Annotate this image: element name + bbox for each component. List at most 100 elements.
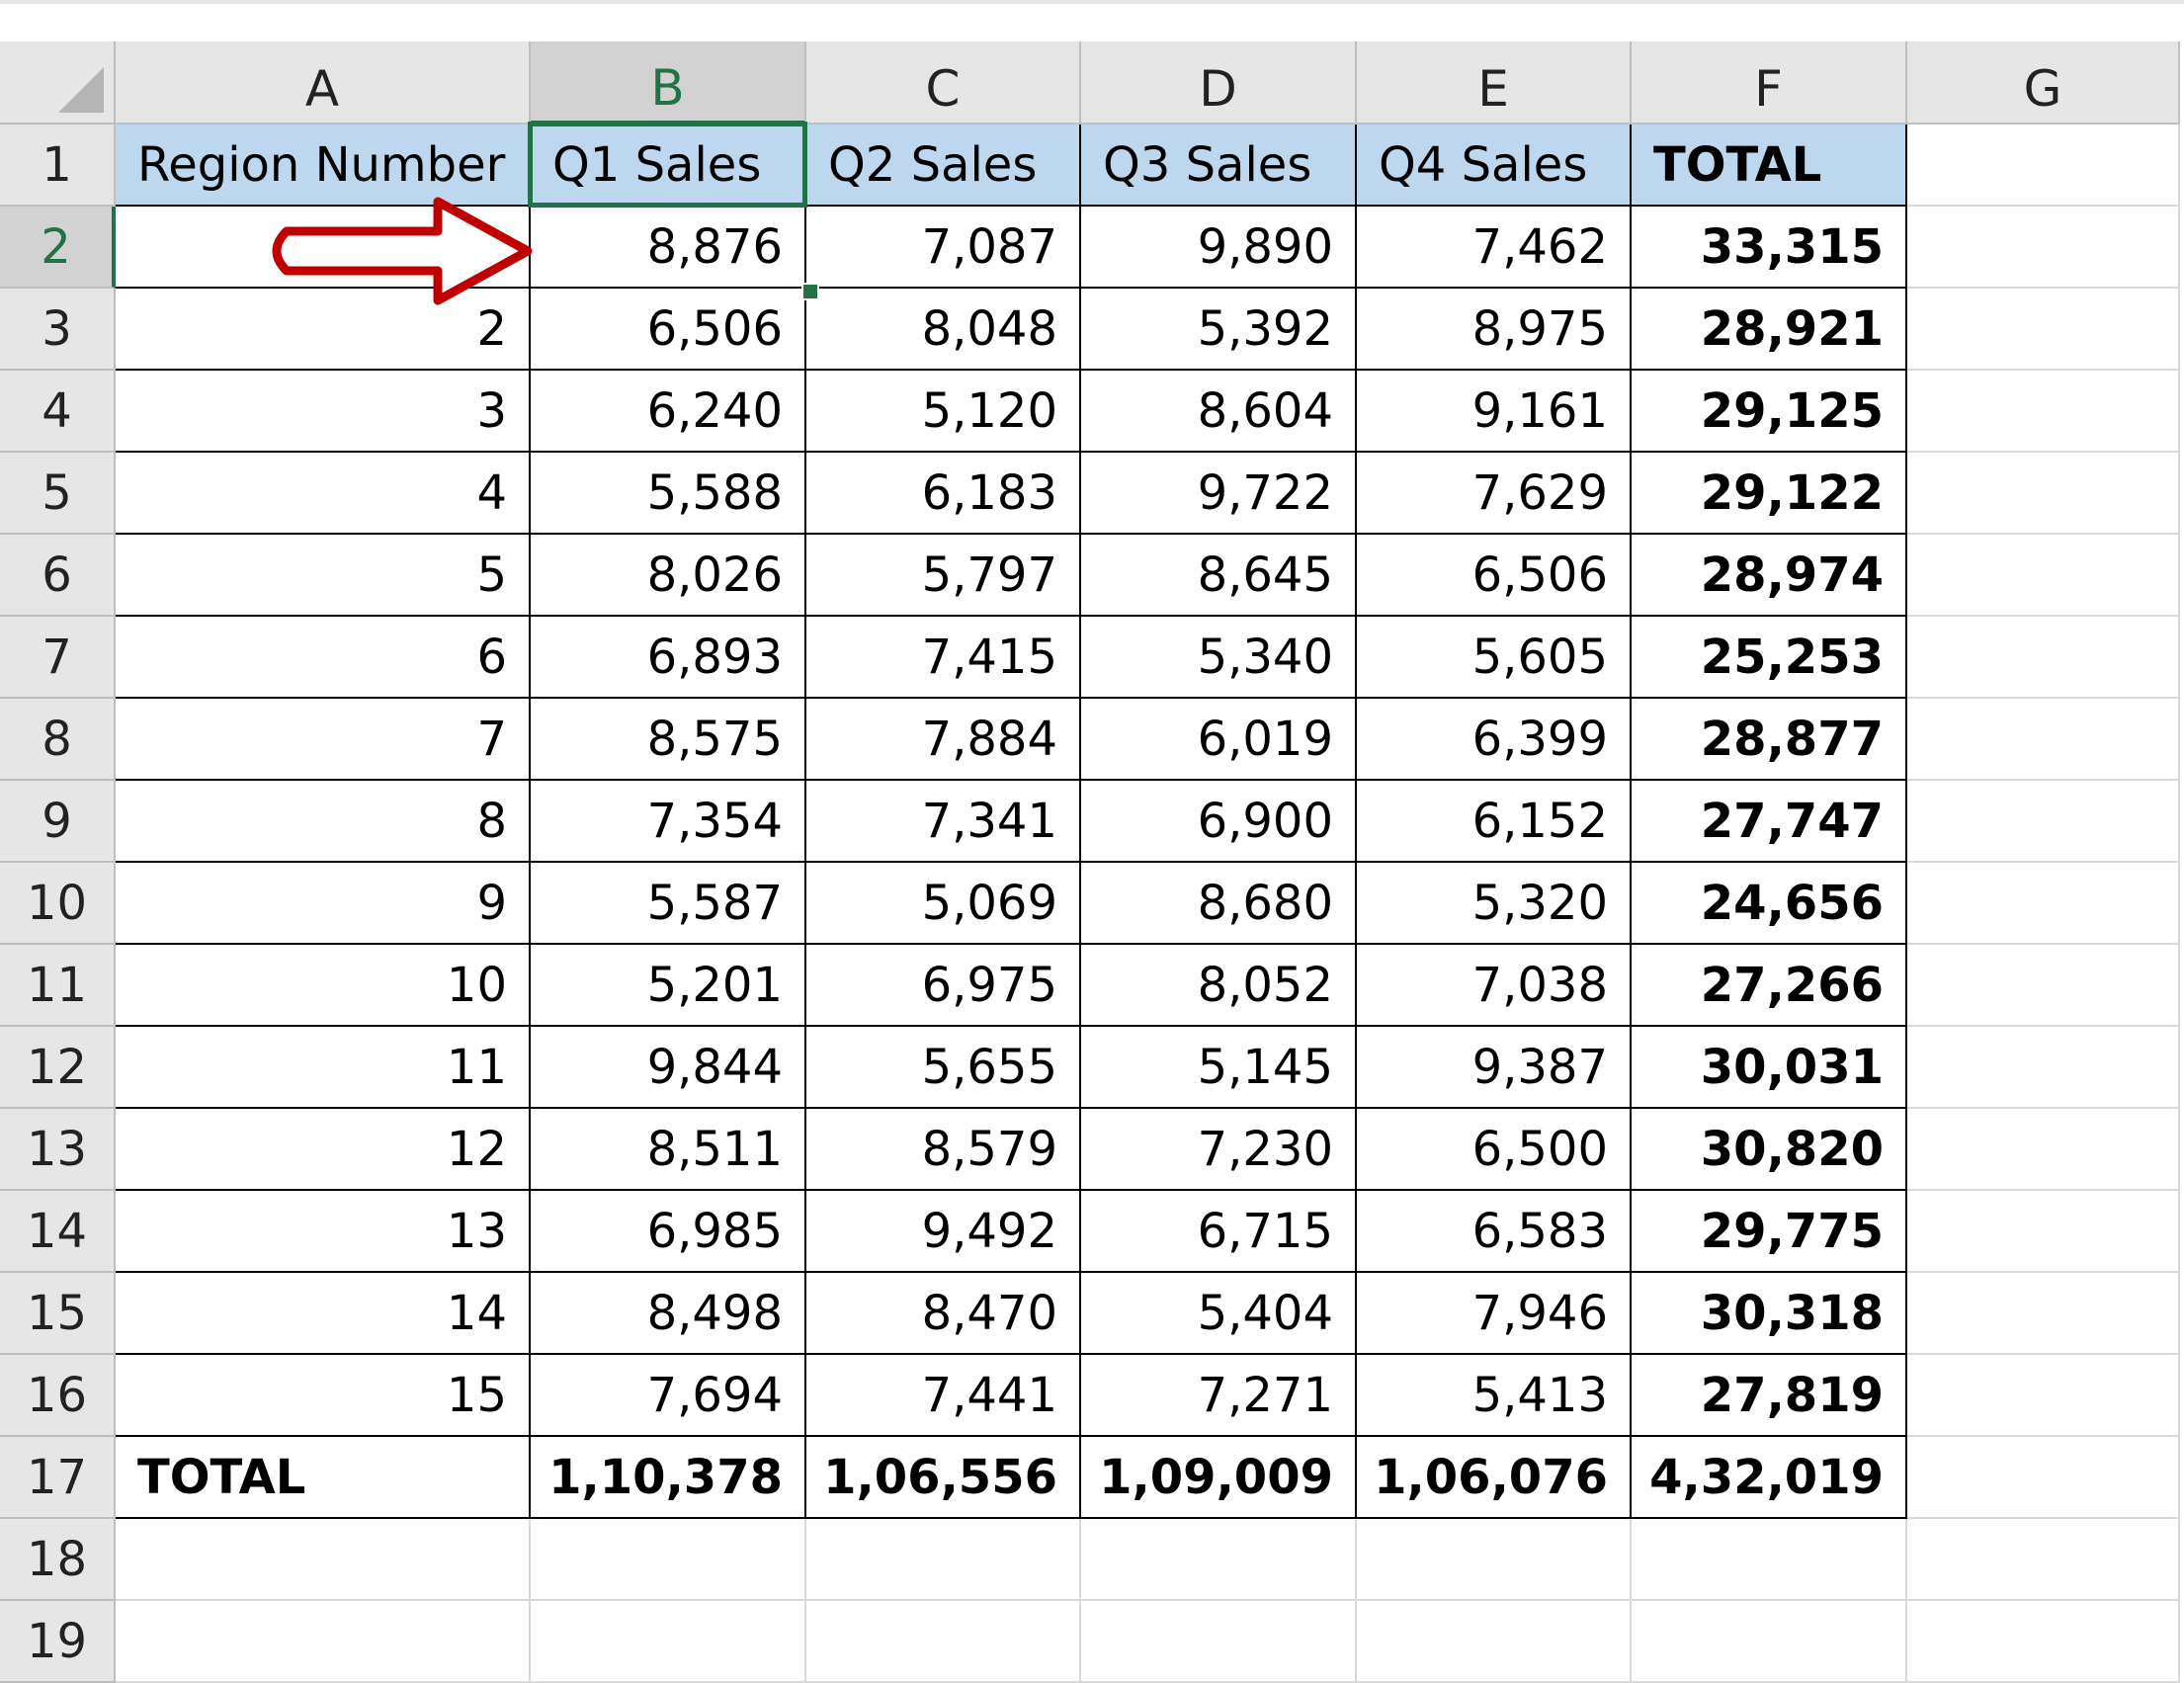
cell-q4[interactable]: 5,605 — [1357, 617, 1632, 699]
cell-c1[interactable]: Q2 Sales — [806, 125, 1081, 207]
cell-q1[interactable]: 6,985 — [531, 1191, 806, 1273]
cell-empty[interactable] — [1907, 1519, 2180, 1601]
cell-q1[interactable]: 5,201 — [531, 945, 806, 1027]
row-header[interactable]: 3 — [0, 289, 116, 371]
column-header-d[interactable]: D — [1081, 42, 1357, 125]
column-header-f[interactable]: F — [1632, 42, 1907, 125]
cell-region[interactable]: 5 — [116, 535, 531, 617]
cell-q3[interactable]: 9,722 — [1081, 453, 1357, 535]
cell-q4[interactable]: 7,038 — [1357, 945, 1632, 1027]
cell-q1[interactable]: 9,844 — [531, 1027, 806, 1109]
cell-empty[interactable] — [1357, 1601, 1632, 1683]
cell-q4[interactable]: 7,462 — [1357, 207, 1632, 289]
cell-region[interactable]: 8 — [116, 781, 531, 863]
cell-region[interactable]: 7 — [116, 699, 531, 781]
cell-empty[interactable] — [1907, 1027, 2180, 1109]
cell-q4[interactable]: 6,152 — [1357, 781, 1632, 863]
cell-q4[interactable]: 9,387 — [1357, 1027, 1632, 1109]
cell-empty[interactable] — [1357, 1519, 1632, 1601]
cell-q3[interactable]: 9,890 — [1081, 207, 1357, 289]
cell-q4[interactable]: 5,413 — [1357, 1355, 1632, 1437]
cell-q3[interactable]: 7,230 — [1081, 1109, 1357, 1191]
row-header[interactable]: 7 — [0, 617, 116, 699]
cell-total[interactable]: 28,921 — [1632, 289, 1907, 371]
cell-q4[interactable]: 9,161 — [1357, 371, 1632, 453]
cell-region[interactable]: 6 — [116, 617, 531, 699]
cell-empty[interactable] — [1907, 1109, 2180, 1191]
cell-total[interactable]: 33,315 — [1632, 207, 1907, 289]
cell-q4[interactable]: 6,399 — [1357, 699, 1632, 781]
cell-e1[interactable]: Q4 Sales — [1357, 125, 1632, 207]
row-header[interactable]: 5 — [0, 453, 116, 535]
row-header[interactable]: 13 — [0, 1109, 116, 1191]
cell-q1[interactable]: 5,588 — [531, 453, 806, 535]
cell-q3[interactable]: 6,019 — [1081, 699, 1357, 781]
cell-empty[interactable] — [806, 1519, 1081, 1601]
cell-empty[interactable] — [1907, 207, 2180, 289]
row-header[interactable]: 8 — [0, 699, 116, 781]
row-header[interactable]: 11 — [0, 945, 116, 1027]
cell-q2[interactable]: 8,470 — [806, 1273, 1081, 1355]
cell-total[interactable]: 27,819 — [1632, 1355, 1907, 1437]
cell-empty[interactable] — [116, 1519, 531, 1601]
row-header[interactable]: 10 — [0, 863, 116, 945]
cell-empty[interactable] — [1907, 1437, 2180, 1519]
cell-q2[interactable]: 6,975 — [806, 945, 1081, 1027]
cell-total[interactable]: 29,122 — [1632, 453, 1907, 535]
cell-q2[interactable]: 9,492 — [806, 1191, 1081, 1273]
column-header-e[interactable]: E — [1357, 42, 1632, 125]
row-header[interactable]: 9 — [0, 781, 116, 863]
cell-empty[interactable] — [1632, 1601, 1907, 1683]
cell-q3[interactable]: 8,604 — [1081, 371, 1357, 453]
cell-total[interactable]: 29,775 — [1632, 1191, 1907, 1273]
cell-empty[interactable] — [1907, 289, 2180, 371]
cell-q3[interactable]: 5,404 — [1081, 1273, 1357, 1355]
cell-empty[interactable] — [1632, 1519, 1907, 1601]
cell-q3[interactable]: 5,340 — [1081, 617, 1357, 699]
cell-empty[interactable] — [1907, 945, 2180, 1027]
cell-q4[interactable]: 7,629 — [1357, 453, 1632, 535]
cell-q2[interactable]: 6,183 — [806, 453, 1081, 535]
cell-q3[interactable]: 8,645 — [1081, 535, 1357, 617]
active-cell-border[interactable] — [528, 122, 807, 208]
row-header[interactable]: 6 — [0, 535, 116, 617]
cell-total-q2[interactable]: 1,06,556 — [806, 1437, 1081, 1519]
cell-q1[interactable]: 8,498 — [531, 1273, 806, 1355]
cell-empty[interactable] — [806, 1601, 1081, 1683]
cell-empty[interactable] — [1907, 1191, 2180, 1273]
cell-region[interactable]: 11 — [116, 1027, 531, 1109]
row-header[interactable]: 19 — [0, 1601, 116, 1683]
cell-total[interactable]: 30,318 — [1632, 1273, 1907, 1355]
cell-region[interactable]: 15 — [116, 1355, 531, 1437]
cell-q3[interactable]: 6,715 — [1081, 1191, 1357, 1273]
cell-q4[interactable]: 6,506 — [1357, 535, 1632, 617]
row-header[interactable]: 15 — [0, 1273, 116, 1355]
cell-empty[interactable] — [1081, 1601, 1357, 1683]
cell-total[interactable]: 30,031 — [1632, 1027, 1907, 1109]
cell-q2[interactable]: 5,797 — [806, 535, 1081, 617]
cell-q4[interactable]: 8,975 — [1357, 289, 1632, 371]
row-header[interactable]: 16 — [0, 1355, 116, 1437]
row-header[interactable]: 2 — [0, 207, 116, 289]
cell-q1[interactable]: 6,893 — [531, 617, 806, 699]
row-header[interactable]: 12 — [0, 1027, 116, 1109]
cell-empty[interactable] — [1907, 617, 2180, 699]
cell-q2[interactable]: 7,884 — [806, 699, 1081, 781]
cell-q4[interactable]: 6,583 — [1357, 1191, 1632, 1273]
cell-empty[interactable] — [531, 1519, 806, 1601]
cell-q3[interactable]: 5,145 — [1081, 1027, 1357, 1109]
cell-q2[interactable]: 7,087 — [806, 207, 1081, 289]
cell-total[interactable]: 25,253 — [1632, 617, 1907, 699]
cell-q2[interactable]: 5,655 — [806, 1027, 1081, 1109]
cell-empty[interactable] — [1907, 863, 2180, 945]
cell-q4[interactable]: 6,500 — [1357, 1109, 1632, 1191]
cell-total-label[interactable]: TOTAL — [116, 1437, 531, 1519]
cell-q4[interactable]: 5,320 — [1357, 863, 1632, 945]
cell-q1[interactable]: 6,240 — [531, 371, 806, 453]
cell-region[interactable]: 12 — [116, 1109, 531, 1191]
cell-grand-total[interactable]: 4,32,019 — [1632, 1437, 1907, 1519]
cell-region[interactable]: 10 — [116, 945, 531, 1027]
row-header[interactable]: 14 — [0, 1191, 116, 1273]
row-header[interactable]: 18 — [0, 1519, 116, 1601]
cell-empty[interactable] — [1907, 535, 2180, 617]
